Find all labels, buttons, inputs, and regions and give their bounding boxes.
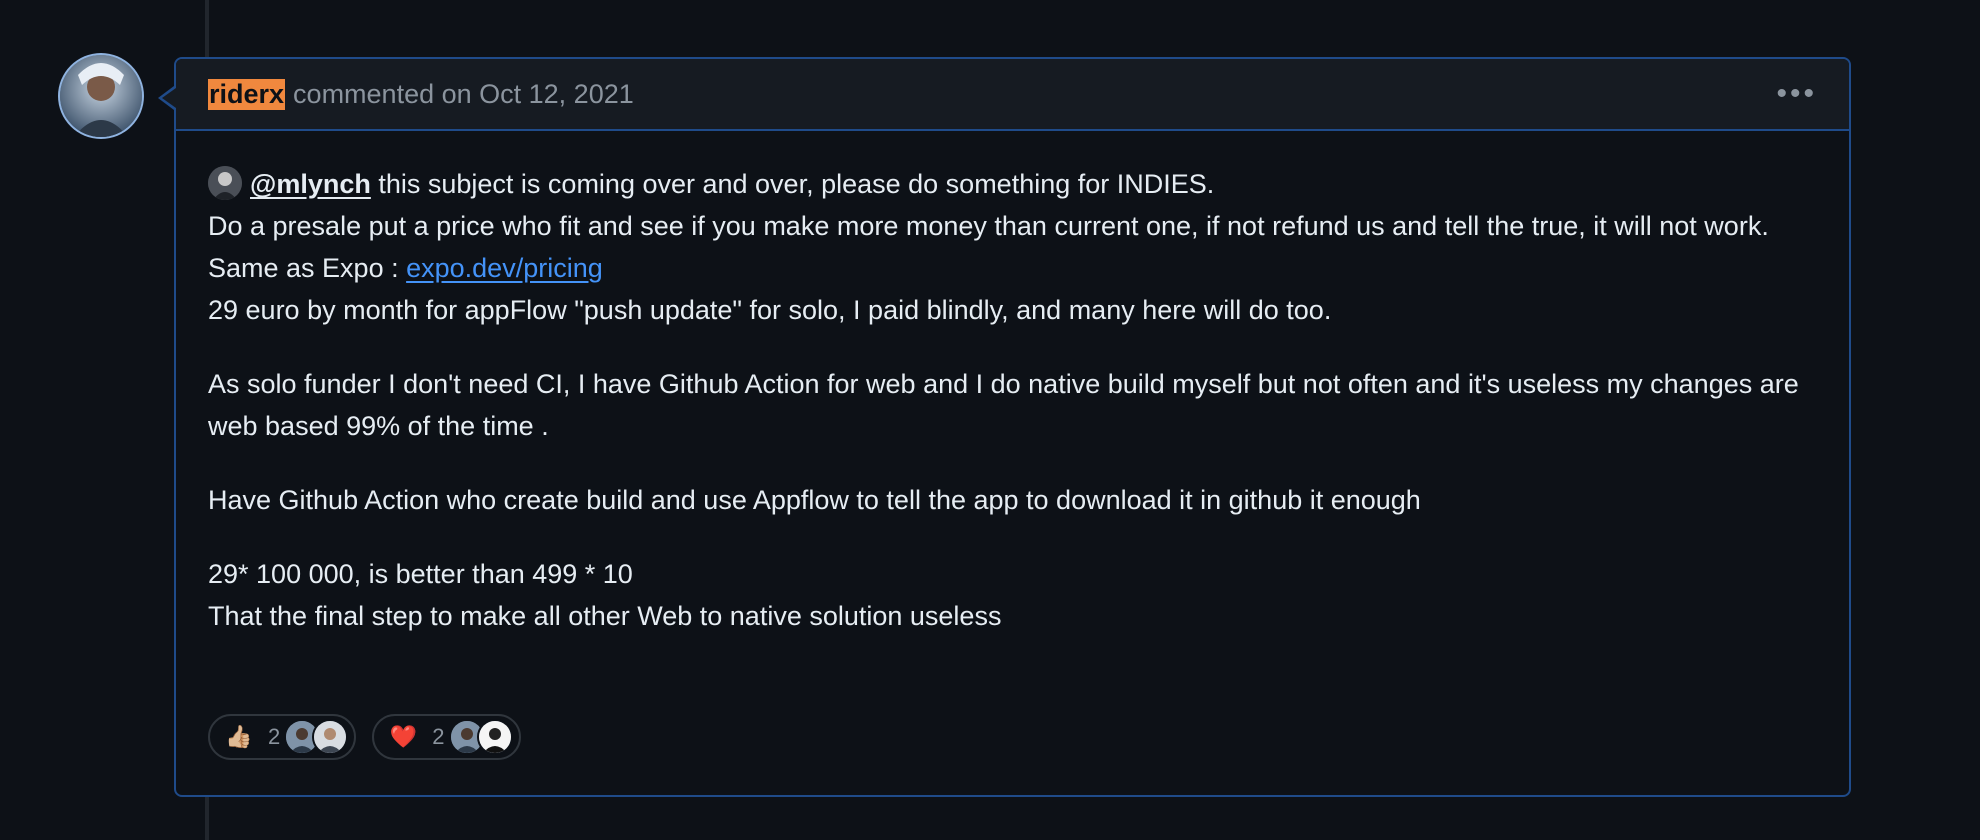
- author-avatar-image: [60, 55, 142, 137]
- comment-paragraph-4: 29* 100 000, is better than 499 * 10 Tha…: [208, 553, 1817, 637]
- expo-pricing-link[interactable]: expo.dev/pricing: [406, 253, 603, 283]
- comment-text: 29 euro by month for appFlow "push updat…: [208, 295, 1332, 325]
- comment-card: riderx commented on Oct 12, 2021 ••• @ml…: [174, 57, 1851, 797]
- comment-text: this subject is coming over and over, pl…: [370, 169, 1215, 199]
- reaction-count: 2: [268, 724, 281, 749]
- more-options-icon[interactable]: •••: [1776, 79, 1817, 109]
- reaction-thumbs-up-button[interactable]: 👍🏼 2: [208, 714, 357, 760]
- comment-body: @mlynch this subject is coming over and …: [176, 131, 1849, 637]
- comment-text: Do a presale put a price who fit and see…: [208, 211, 1769, 241]
- comment-text: 29* 100 000, is better than 499 * 10: [208, 559, 633, 589]
- thumbs-up-icon: 👍🏼: [225, 724, 253, 749]
- reactor-avatar[interactable]: [312, 719, 349, 755]
- comment-header: riderx commented on Oct 12, 2021 •••: [176, 59, 1849, 131]
- comment-text: That the final step to make all other We…: [208, 601, 1002, 631]
- reactor-avatar[interactable]: [476, 719, 513, 755]
- reaction-heart-button[interactable]: ❤️ 2: [372, 714, 521, 760]
- comment-timestamp[interactable]: commented on Oct 12, 2021: [293, 79, 634, 110]
- comment-text: Same as Expo :: [208, 253, 407, 283]
- mention-avatar-image: [208, 165, 242, 200]
- reaction-count: 2: [432, 724, 445, 749]
- reactions-bar: 👍🏼 2 ❤️ 2: [208, 714, 521, 760]
- mention-avatar[interactable]: [208, 165, 242, 200]
- author-avatar[interactable]: [60, 55, 142, 137]
- author-name-link[interactable]: riderx: [208, 78, 286, 110]
- comment-caret-fill: [162, 88, 176, 108]
- user-mention-link[interactable]: @mlynch: [250, 169, 371, 199]
- heart-icon: ❤️: [389, 724, 417, 749]
- comment-paragraph-2: As solo funder I don't need CI, I have G…: [208, 369, 1799, 441]
- comment-paragraph-3: Have Github Action who create build and …: [208, 485, 1421, 515]
- comment-paragraph-1: @mlynch this subject is coming over and …: [208, 163, 1817, 331]
